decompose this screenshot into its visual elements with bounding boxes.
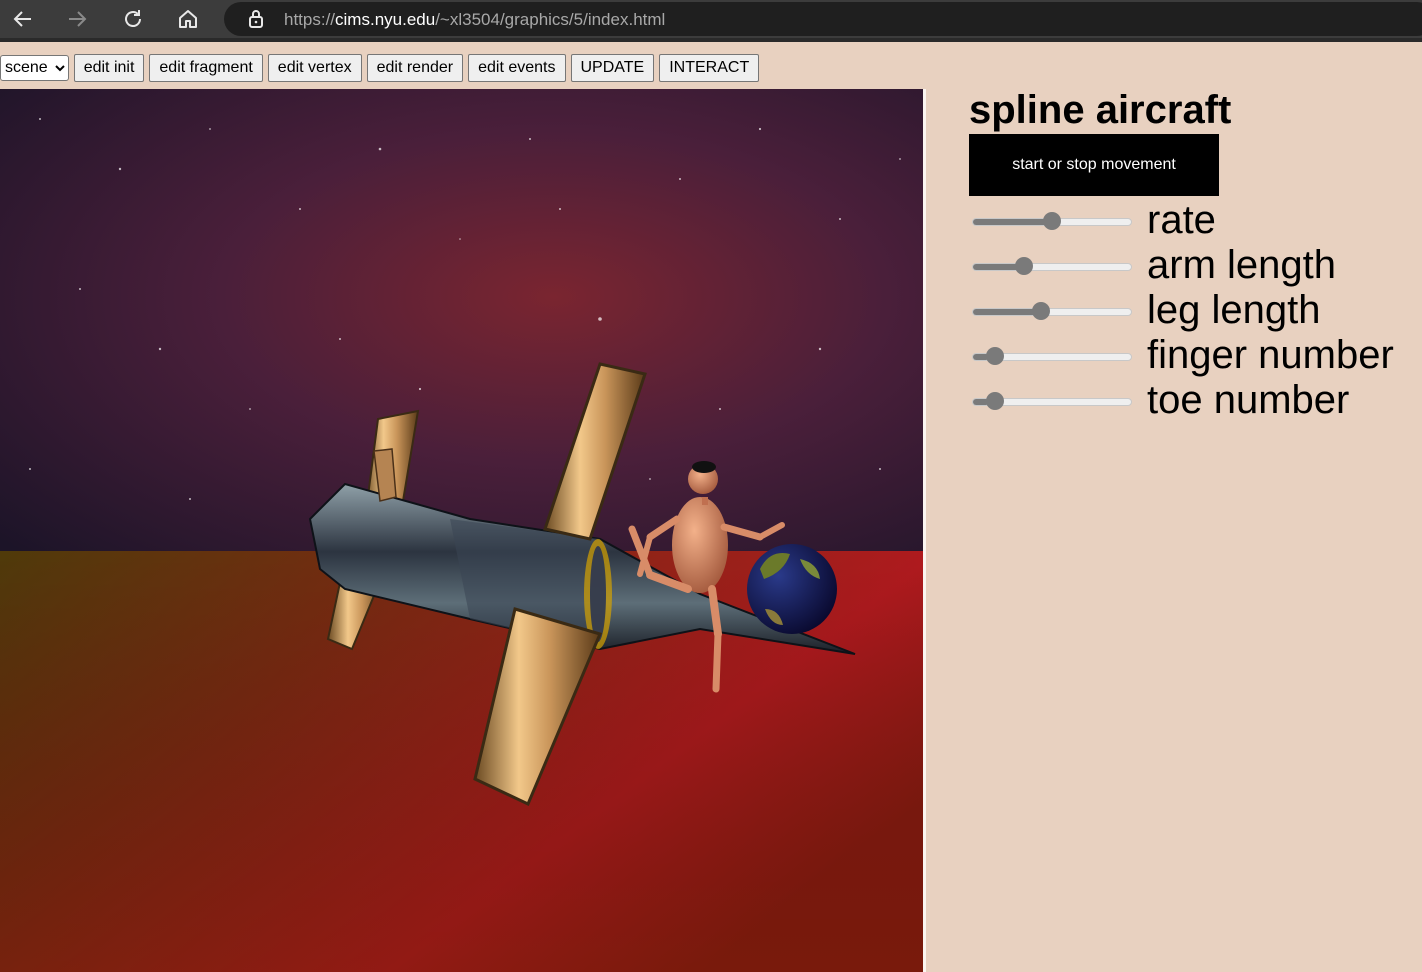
slider-thumb[interactable] — [986, 392, 1005, 410]
url-text[interactable]: https://cims.nyu.edu/~xl3504/graphics/5/… — [284, 10, 665, 30]
slider-label-toe-number: toe number — [1147, 378, 1350, 422]
edit-vertex-button[interactable]: edit vertex — [267, 54, 362, 82]
chevron-down-icon — [54, 65, 65, 72]
reload-icon[interactable] — [118, 4, 148, 34]
slider-toe-number[interactable]: toe number — [972, 378, 1412, 422]
editor-toolbar: scene edit init edit fragment edit verte… — [0, 54, 760, 82]
slider-thumb[interactable] — [1043, 212, 1061, 230]
back-icon[interactable] — [8, 4, 38, 34]
browser-toolbar: https://cims.nyu.edu/~xl3504/graphics/5/… — [0, 0, 1422, 38]
scene-select-value: scene — [5, 59, 48, 76]
edit-render-button[interactable]: edit render — [366, 54, 464, 82]
slider-label-finger-number: finger number — [1147, 333, 1394, 377]
panel-divider — [923, 89, 926, 972]
url-path: /~xl3504/graphics/5/index.html — [435, 10, 666, 29]
slider-thumb[interactable] — [986, 347, 1005, 365]
webgl-canvas[interactable] — [0, 89, 923, 972]
address-bar[interactable]: https://cims.nyu.edu/~xl3504/graphics/5/… — [224, 2, 1422, 36]
slider-arm-length[interactable]: arm length — [972, 243, 1412, 287]
slider-thumb[interactable] — [1014, 257, 1033, 275]
slider-track[interactable] — [972, 263, 1132, 271]
page-title: spline aircraft — [969, 88, 1232, 132]
interact-button[interactable]: INTERACT — [659, 54, 760, 82]
edit-init-button[interactable]: edit init — [73, 54, 145, 82]
scene-select[interactable]: scene — [0, 55, 69, 81]
scene-render — [0, 89, 923, 972]
edit-fragment-button[interactable]: edit fragment — [149, 54, 263, 82]
start-stop-movement-button[interactable]: start or stop movement — [969, 134, 1219, 196]
slider-label-rate: rate — [1147, 198, 1216, 242]
slider-rate[interactable]: rate — [972, 198, 1412, 242]
slider-thumb[interactable] — [1031, 302, 1050, 320]
slider-finger-number[interactable]: finger number — [972, 333, 1412, 377]
slider-label-leg-length: leg length — [1147, 288, 1321, 332]
page: scene edit init edit fragment edit verte… — [0, 42, 1422, 972]
lock-icon[interactable] — [246, 9, 266, 29]
slider-track[interactable] — [972, 308, 1132, 316]
update-button[interactable]: UPDATE — [570, 54, 655, 82]
edit-events-button[interactable]: edit events — [468, 54, 566, 82]
url-prefix: https:// — [284, 10, 336, 29]
url-host: cims.nyu.edu — [335, 10, 436, 29]
forward-icon[interactable] — [62, 4, 92, 34]
home-icon[interactable] — [173, 4, 203, 34]
slider-label-arm-length: arm length — [1147, 243, 1336, 287]
slider-leg-length[interactable]: leg length — [972, 288, 1412, 332]
